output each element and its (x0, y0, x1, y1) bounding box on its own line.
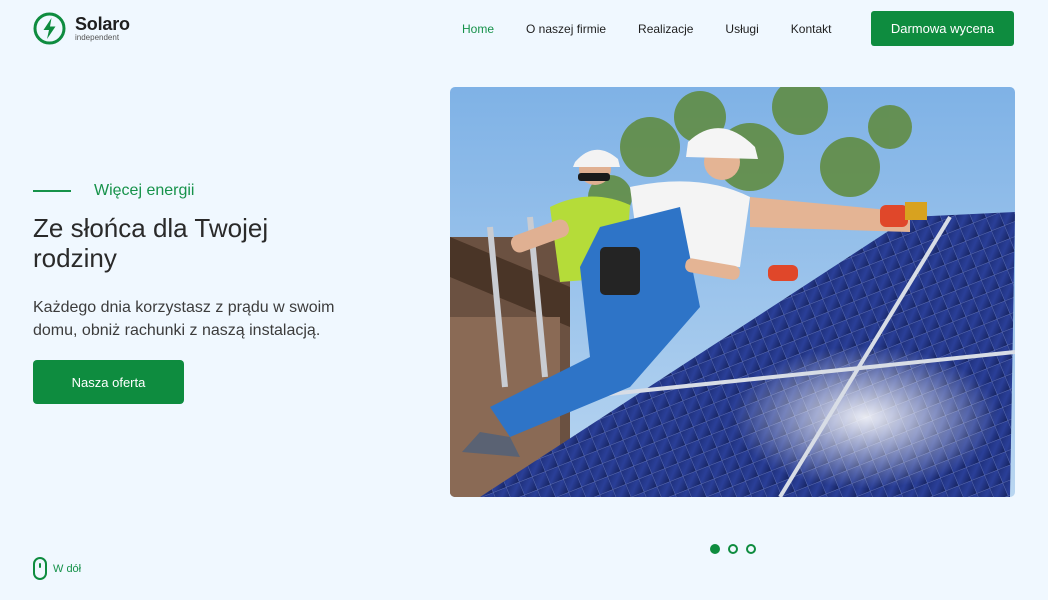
eyebrow-divider (33, 190, 71, 192)
logo[interactable]: Solaro independent (33, 12, 130, 45)
hero-description: Każdego dnia korzystasz z prądu w swoim … (33, 299, 335, 339)
mouse-icon (33, 557, 47, 580)
nav-item-contact[interactable]: Kontakt (791, 21, 832, 37)
hero-image (450, 87, 1015, 497)
slider-dot-1[interactable] (710, 544, 720, 554)
nav-item-about[interactable]: O naszej firmie (526, 21, 606, 37)
brand-tagline: independent (75, 33, 120, 42)
hero-eyebrow: Więcej energii (33, 182, 194, 200)
eyebrow-text: Więcej energii (94, 182, 195, 199)
lightning-bolt-icon (33, 12, 66, 45)
nav-item-services[interactable]: Usługi (725, 21, 758, 37)
hero-title: Ze słońca dla Twojej rodziny (33, 213, 269, 273)
scroll-down-label: W dół (53, 562, 82, 575)
scroll-down-link[interactable]: W dół (33, 557, 81, 580)
free-quote-button[interactable]: Darmowa wycena (871, 11, 1014, 46)
nav-item-projects[interactable]: Realizacje (638, 21, 693, 37)
nav-item-home[interactable]: Home (462, 21, 494, 37)
solar-panel-installers-photo (450, 87, 1015, 497)
slider-dots (710, 544, 756, 554)
brand-name: Solaro (75, 14, 130, 34)
main-nav: Home O naszej firmie Realizacje Usługi K… (462, 21, 831, 37)
slider-dot-3[interactable] (746, 544, 756, 554)
our-offer-button[interactable]: Nasza oferta (33, 360, 184, 404)
slider-dot-2[interactable] (728, 544, 738, 554)
